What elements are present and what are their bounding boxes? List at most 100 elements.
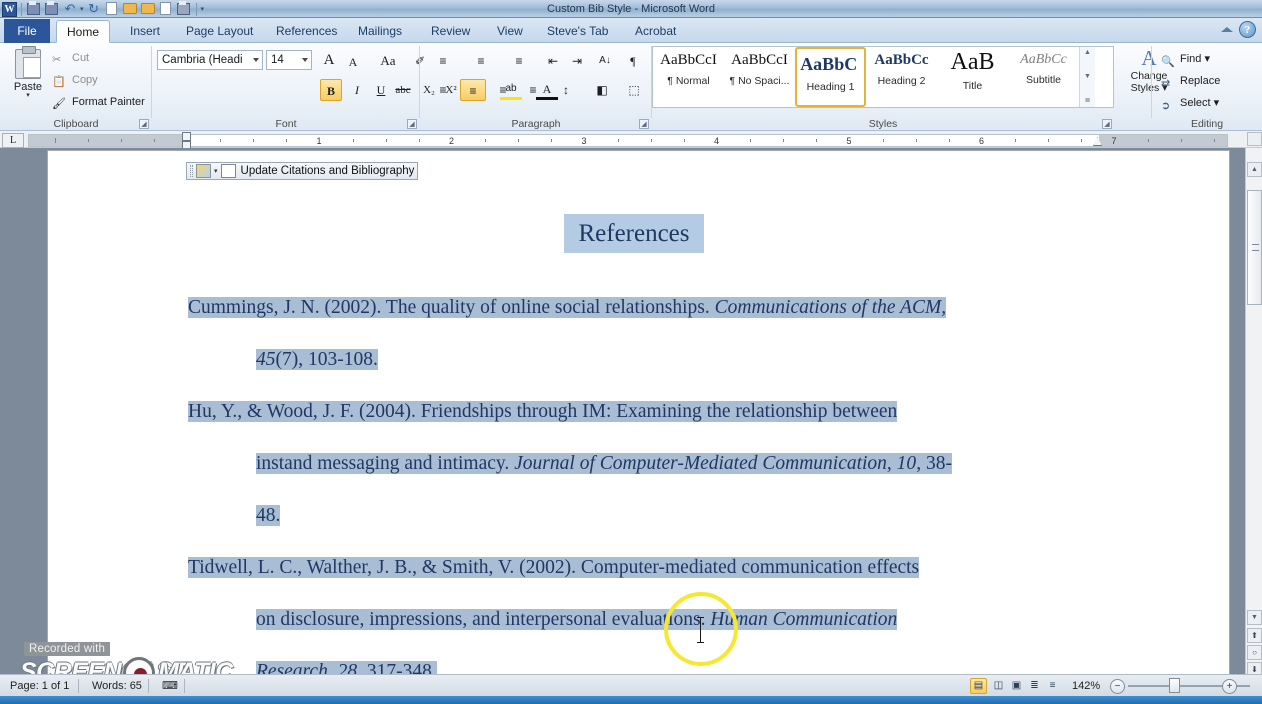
proofing-status-icon[interactable]: ⌨ [154,675,186,697]
help-icon[interactable]: ? [1239,21,1256,38]
style-title[interactable]: AaB Title [937,47,1008,107]
style-no-spacing[interactable]: AaBbCcI ¶ No Spaci... [724,47,795,107]
tab-view[interactable]: View [487,20,533,43]
redo-icon[interactable]: ↻ [86,1,102,17]
show-formatting-marks-button[interactable]: ¶ [622,50,644,72]
view-full-screen-reading-button[interactable]: ◫ [990,678,1007,694]
bibliography-icon[interactable] [196,164,211,178]
select-browse-object-button[interactable]: ○ [1247,645,1262,660]
change-case-button[interactable]: Aa [374,50,402,72]
view-draft-button[interactable]: ≡ [1044,678,1061,694]
copy-button[interactable]: 📋 Copy [52,71,98,89]
scroll-up-button[interactable]: ▲ [1247,162,1262,177]
update-citations-label[interactable]: Update Citations and Bibliography [239,165,415,177]
shrink-font-button[interactable]: A [342,51,364,73]
bibliography-entry-1[interactable]: Cummings, J. N. (2002). The quality of o… [188,282,1080,386]
underline-button[interactable]: U [370,79,392,101]
previous-page-button[interactable]: ⬆ [1247,628,1262,643]
split-window-handle[interactable] [1247,132,1262,146]
page-indicator[interactable]: Page: 1 of 1 [2,675,77,697]
justify-button[interactable]: ≡ [520,79,546,101]
undo-icon[interactable]: ↶ [62,1,78,17]
style-heading-1[interactable]: AaBbC Heading 1 [795,47,866,107]
styles-dialog-launcher[interactable]: ◢ [1102,119,1112,129]
style-subtitle[interactable]: AaBbCc Subtitle [1008,47,1079,107]
font-dialog-launcher[interactable]: ◢ [407,119,417,129]
tab-stop-selector[interactable]: L [2,133,24,148]
align-left-button[interactable]: ≡ [430,79,456,101]
paste-button[interactable]: Paste ▾ [8,46,48,113]
scroll-down-button[interactable]: ▼ [1247,610,1262,625]
word-count[interactable]: Words: 65 [84,675,150,697]
folder-icon[interactable] [140,1,156,17]
tab-file[interactable]: File [4,19,50,43]
bold-button[interactable]: B [320,79,342,101]
style-heading-2[interactable]: AaBbCc Heading 2 [866,47,937,107]
paste-dropdown-icon[interactable]: ▾ [8,92,48,99]
new-document-icon[interactable] [104,1,120,17]
find-button[interactable]: 🔍 Find ▾ [1160,49,1210,69]
bibliography-drag-handle[interactable] [190,165,193,177]
clipboard-dialog-launcher[interactable]: ◢ [139,119,149,129]
font-size-chevron-down-icon[interactable] [302,58,308,62]
tab-review[interactable]: Review [421,20,480,43]
save-icon[interactable] [26,1,42,17]
minimize-ribbon-icon[interactable] [1221,27,1233,32]
styles-scroll-down-icon[interactable]: ▼ [1084,73,1091,81]
tab-acrobat[interactable]: Acrobat [625,20,686,43]
horizontal-ruler-track[interactable]: 1 2 3 4 5 6 7 [28,132,1228,150]
styles-gallery[interactable]: AaBbCcI ¶ Normal AaBbCcI ¶ No Spaci... A… [652,46,1114,108]
styles-scroll-up-icon[interactable]: ▲ [1084,49,1091,57]
font-size-input[interactable]: 14 [266,50,312,70]
align-center-button[interactable]: ≡ [460,79,486,101]
decrease-indent-button[interactable]: ⇤ [542,50,564,72]
bullets-button[interactable]: ≡ [430,50,456,72]
vertical-scrollbar[interactable]: ▲ ▼ ⬆ ○ ⬇ [1245,132,1262,682]
style-normal[interactable]: AaBbCcI ¶ Normal [653,47,724,107]
update-citations-icon[interactable] [220,164,236,178]
align-right-button[interactable]: ≡ [490,79,516,101]
select-button[interactable]: ➲ Select ▾ [1160,93,1219,113]
undo-dropdown-icon[interactable]: ▾ [80,5,84,13]
tab-steves-tab[interactable]: Steve's Tab [537,20,618,43]
bibliography-entry-2[interactable]: Hu, Y., & Wood, J. F. (2004). Friendship… [188,386,1080,542]
grow-font-button[interactable]: A [318,49,340,71]
increase-indent-button[interactable]: ⇥ [566,50,588,72]
numbering-button[interactable]: ≡ [468,50,494,72]
print-preview-icon[interactable] [158,1,174,17]
tab-insert[interactable]: Insert [120,20,170,43]
strikethrough-button[interactable]: abc [392,79,414,101]
tab-home[interactable]: Home [56,20,111,43]
shading-button[interactable]: ◧ [588,79,616,101]
tab-page-layout[interactable]: Page Layout [176,20,263,43]
quick-print-icon[interactable] [176,1,192,17]
scrollbar-thumb[interactable] [1247,190,1262,305]
bibliography-dropdown-icon[interactable]: ▾ [214,167,218,175]
replace-button[interactable]: ⇄ Replace [1160,71,1220,91]
zoom-level-label[interactable]: 142% [1064,675,1108,697]
open-folder-icon[interactable] [122,1,138,17]
view-outline-button[interactable]: ≣ [1026,678,1043,694]
view-print-layout-button[interactable]: ▤ [970,678,987,694]
multilevel-list-button[interactable]: ≡ [506,50,532,72]
styles-more-icon[interactable]: ≣ [1085,97,1091,105]
first-line-indent-marker[interactable] [182,132,191,141]
font-name-input[interactable]: Cambria (Headi [157,50,263,70]
tab-mailings[interactable]: Mailings [348,20,412,43]
font-name-chevron-down-icon[interactable] [253,58,259,62]
styles-scroll-buttons[interactable]: ▲ ▼ ≣ [1079,47,1095,107]
tab-references[interactable]: References [266,20,347,43]
word-logo-icon[interactable]: W [2,1,17,17]
save-as-icon[interactable] [44,1,60,17]
sort-button[interactable]: A↓ [594,50,616,72]
cut-button[interactable]: ✂ Cut [52,49,89,67]
line-spacing-button[interactable]: ↕ [552,79,580,101]
customize-qat-icon[interactable]: ▾ [201,5,205,13]
quick-access-toolbar[interactable]: W ↶ ▾ ↻ ▾ [2,1,204,17]
zoom-slider-thumb[interactable] [1169,678,1180,693]
document-text[interactable]: References Cummings, J. N. (2002). The q… [188,186,1080,698]
document-heading[interactable]: References [188,186,1080,282]
zoom-in-button[interactable]: + [1222,679,1237,694]
update-citations-bar[interactable]: ▾ Update Citations and Bibliography [186,162,419,180]
zoom-out-button[interactable]: − [1110,679,1125,694]
